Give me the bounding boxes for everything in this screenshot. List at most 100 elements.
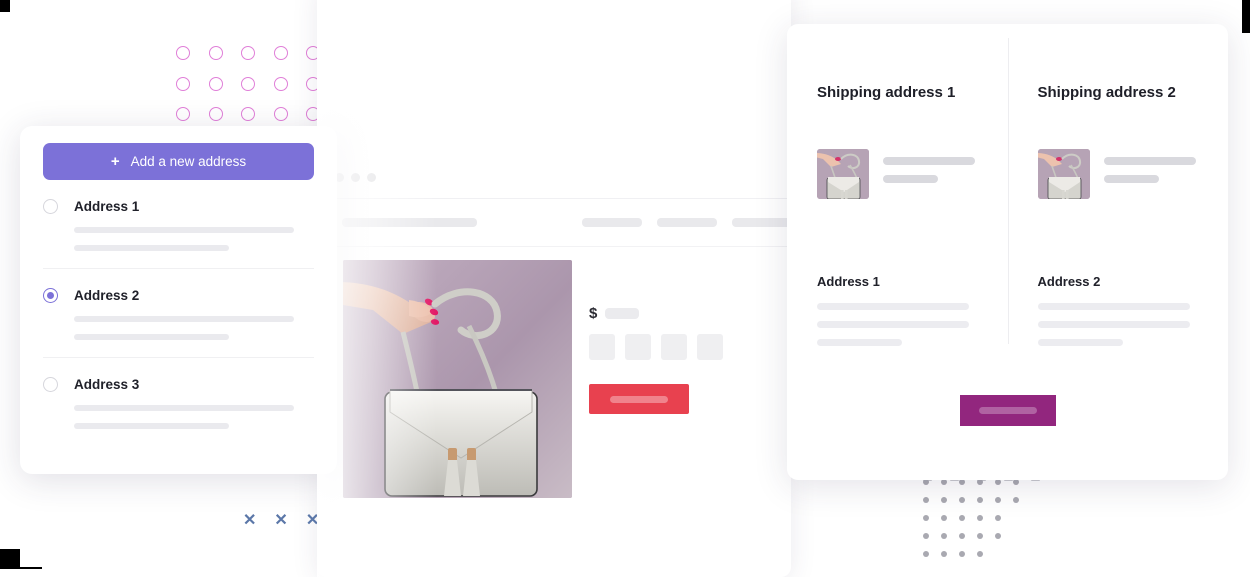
- shipping-item-line: [1103, 175, 1159, 183]
- variant-swatch[interactable]: [697, 334, 723, 360]
- price-value-placeholder: [605, 308, 640, 319]
- frame-corner-bottom-left-rule: [20, 567, 42, 569]
- address-radio-button[interactable]: [43, 288, 58, 303]
- add-new-address-label: Add a new address: [130, 154, 247, 169]
- address-selection-card: + Add a new address Address 1 Address 2 Ad…: [20, 126, 337, 474]
- variant-swatch[interactable]: [589, 334, 615, 360]
- browser-window-dot: [367, 173, 376, 182]
- shipping-address-line: [1037, 321, 1190, 328]
- shipping-address-block: Address 1: [817, 274, 978, 346]
- address-radio-button[interactable]: [43, 377, 58, 392]
- decorative-circle: [241, 76, 255, 91]
- shipping-item-meta: [883, 149, 975, 199]
- address-detail-line: [74, 334, 229, 340]
- close-icon: ✕: [274, 512, 288, 529]
- address-item-label: Address 2: [74, 288, 140, 303]
- shipping-address-label: Address 2: [1037, 274, 1101, 289]
- browser-window-dot: [351, 173, 360, 182]
- frame-corner-top-left: [0, 0, 10, 12]
- decorative-dot: [941, 515, 947, 521]
- decorative-circle: [176, 107, 190, 121]
- add-new-address-button[interactable]: + Add a new address: [43, 143, 314, 180]
- address-item-label: Address 3: [74, 377, 140, 392]
- decorative-circle: [241, 46, 255, 60]
- address-detail-line: [74, 316, 294, 322]
- address-list-item[interactable]: Address 3: [43, 358, 314, 446]
- decorative-circle: [241, 107, 255, 121]
- variant-swatch[interactable]: [661, 334, 687, 360]
- shipping-item-line: [883, 175, 938, 183]
- nav-item-placeholder-2[interactable]: [657, 218, 717, 227]
- site-logo-placeholder: [342, 218, 477, 227]
- decorative-circle: [208, 76, 223, 91]
- address-list: Address 1 Address 2 Address 3: [43, 180, 314, 446]
- plus-icon: +: [110, 153, 120, 170]
- decorative-dot: [1013, 497, 1019, 503]
- browser-chrome-bar: [317, 156, 791, 199]
- shipping-address-line: [817, 303, 969, 310]
- frame-corner-bottom-left: [0, 549, 20, 569]
- decorative-dot: [959, 551, 965, 557]
- decorative-circle: [176, 46, 190, 60]
- address-list-item[interactable]: Address 1: [43, 180, 314, 269]
- address-item-header: Address 1: [43, 199, 314, 214]
- shipping-column-title: Shipping address 2: [1037, 84, 1176, 101]
- decorative-dot-grid: [923, 479, 1021, 577]
- shipping-address-line: [1037, 339, 1123, 346]
- shipping-line-item: [817, 149, 978, 199]
- shipping-address-line: [817, 321, 969, 328]
- shipping-column-title: Shipping address 1: [817, 84, 956, 101]
- decorative-dot: [941, 497, 947, 503]
- decorative-dot: [923, 551, 929, 557]
- decorative-x-marks: ✕ ✕ ✕: [243, 513, 319, 529]
- product-price: $: [589, 306, 764, 321]
- address-detail-line: [74, 405, 294, 411]
- screenshot-root: $ ✕ ✕ ✕ + Add a new address Address 1 Addre…: [0, 0, 1250, 577]
- close-icon: ✕: [305, 512, 320, 529]
- buy-button[interactable]: [589, 384, 689, 414]
- shipping-address-column: Shipping address 2 Address 2: [1007, 24, 1229, 368]
- shipping-item-line: [883, 157, 975, 165]
- decorative-dot: [977, 515, 983, 521]
- decorative-circle: [208, 46, 223, 60]
- address-detail-placeholder: [74, 405, 314, 429]
- address-detail-placeholder: [74, 316, 314, 340]
- decorative-dot: [959, 533, 965, 539]
- product-thumbnail-handbag: [817, 149, 869, 199]
- address-detail-line: [74, 423, 229, 429]
- address-item-header: Address 2: [43, 288, 314, 303]
- shipping-address-line: [817, 339, 902, 346]
- address-item-label: Address 1: [74, 199, 140, 214]
- decorative-dot: [977, 551, 983, 557]
- decorative-circle: [273, 107, 288, 121]
- decorative-dot: [923, 497, 929, 503]
- decorative-dot: [923, 515, 929, 521]
- shipping-address-lines: [817, 303, 978, 346]
- address-item-header: Address 3: [43, 377, 314, 392]
- decorative-dot: [941, 551, 947, 557]
- currency-symbol: $: [589, 305, 598, 322]
- nav-item-placeholder-1[interactable]: [582, 218, 642, 227]
- variant-swatch[interactable]: [625, 334, 651, 360]
- decorative-circle: [176, 76, 190, 91]
- address-radio-button[interactable]: [43, 199, 58, 214]
- shipping-confirm-button[interactable]: [959, 395, 1056, 426]
- nav-item-placeholder-3[interactable]: [732, 218, 792, 227]
- decorative-dot: [995, 497, 1001, 503]
- shipping-columns: Shipping address 1 Address 1 Shipping addr…: [787, 24, 1228, 368]
- decorative-dot: [995, 533, 1001, 539]
- decorative-dot: [959, 515, 965, 521]
- product-info-block: $: [589, 284, 764, 414]
- shipping-address-label: Address 1: [817, 274, 880, 289]
- shipping-line-item: [1037, 149, 1199, 199]
- decorative-dot: [959, 497, 965, 503]
- shipping-address-lines: [1037, 303, 1199, 346]
- decorative-dot: [941, 533, 947, 539]
- shipping-address-column: Shipping address 1 Address 1: [787, 24, 1008, 368]
- product-photo-handbag: [343, 260, 572, 498]
- decorative-dot: [977, 497, 983, 503]
- buy-button-label-placeholder: [610, 395, 668, 403]
- shipping-address-line: [1037, 303, 1190, 310]
- shipping-item-meta: [1103, 149, 1196, 199]
- address-list-item[interactable]: Address 2: [43, 269, 314, 358]
